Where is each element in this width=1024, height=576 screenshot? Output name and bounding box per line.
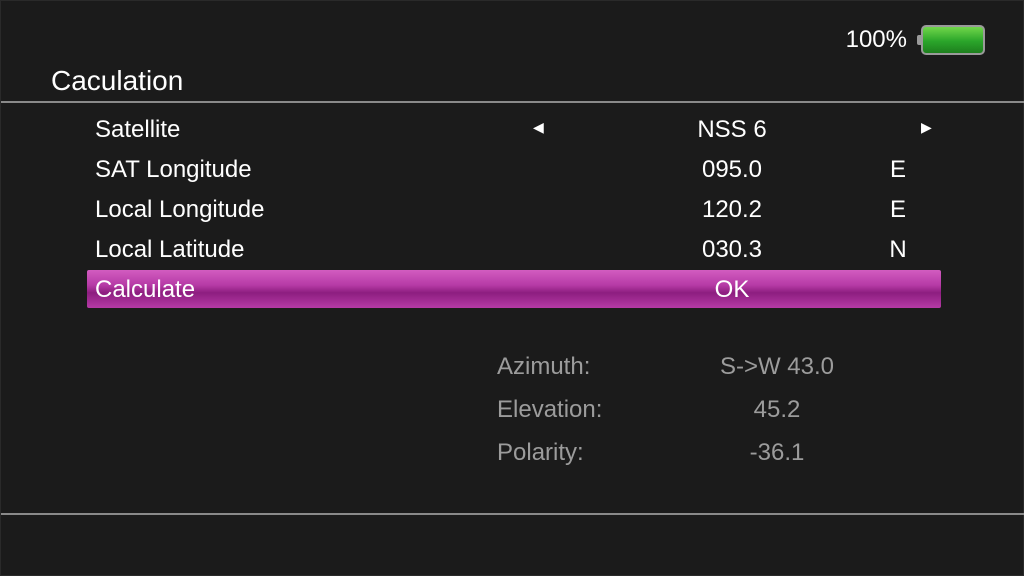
- arrow-right-icon[interactable]: ▶: [921, 119, 932, 136]
- footer-divider: [1, 513, 1024, 515]
- elevation-value: 45.2: [753, 396, 801, 423]
- arrow-left-icon[interactable]: ◀: [533, 119, 544, 136]
- sat-longitude-label: SAT Longitude: [95, 156, 252, 183]
- menu-row-satellite[interactable]: Satellite ◀ NSS 6 ▶: [87, 110, 941, 148]
- battery-percent: 100%: [845, 26, 907, 53]
- page-title: Caculation: [51, 65, 184, 96]
- calculate-label: Calculate: [95, 276, 196, 303]
- menu-row-local-latitude[interactable]: Local Latitude 030.3 N: [87, 230, 941, 268]
- satellite-label: Satellite: [95, 116, 181, 143]
- menu-row-sat-longitude[interactable]: SAT Longitude 095.0 E: [87, 150, 941, 188]
- polarity-label: Polarity:: [497, 439, 584, 466]
- calculate-ok-button[interactable]: OK: [607, 276, 857, 304]
- local-latitude-label: Local Latitude: [95, 236, 245, 263]
- elevation-label: Elevation:: [497, 396, 603, 423]
- battery-status: 100%: [846, 25, 985, 55]
- local-latitude-value: 030.3: [701, 236, 763, 263]
- sat-longitude-value: 095.0: [701, 156, 763, 183]
- calculation-screen: 100% Caculation Satellite ◀ NSS 6 ▶ SAT …: [0, 0, 1024, 576]
- satellite-value: NSS 6: [697, 116, 767, 143]
- menu-row-local-longitude[interactable]: Local Longitude 120.2 E: [87, 190, 941, 228]
- azimuth-label: Azimuth:: [497, 353, 591, 380]
- sat-longitude-unit: E: [889, 156, 906, 183]
- header-divider: [1, 101, 1024, 103]
- local-longitude-unit: E: [889, 196, 906, 223]
- local-longitude-label: Local Longitude: [95, 196, 265, 223]
- local-longitude-value: 120.2: [701, 196, 763, 223]
- polarity-value: -36.1: [749, 439, 805, 466]
- azimuth-value: S->W 43.0: [719, 353, 835, 380]
- menu-row-calculate[interactable]: Calculate OK: [87, 270, 941, 308]
- local-latitude-unit: N: [889, 236, 907, 263]
- battery-icon: [917, 25, 985, 55]
